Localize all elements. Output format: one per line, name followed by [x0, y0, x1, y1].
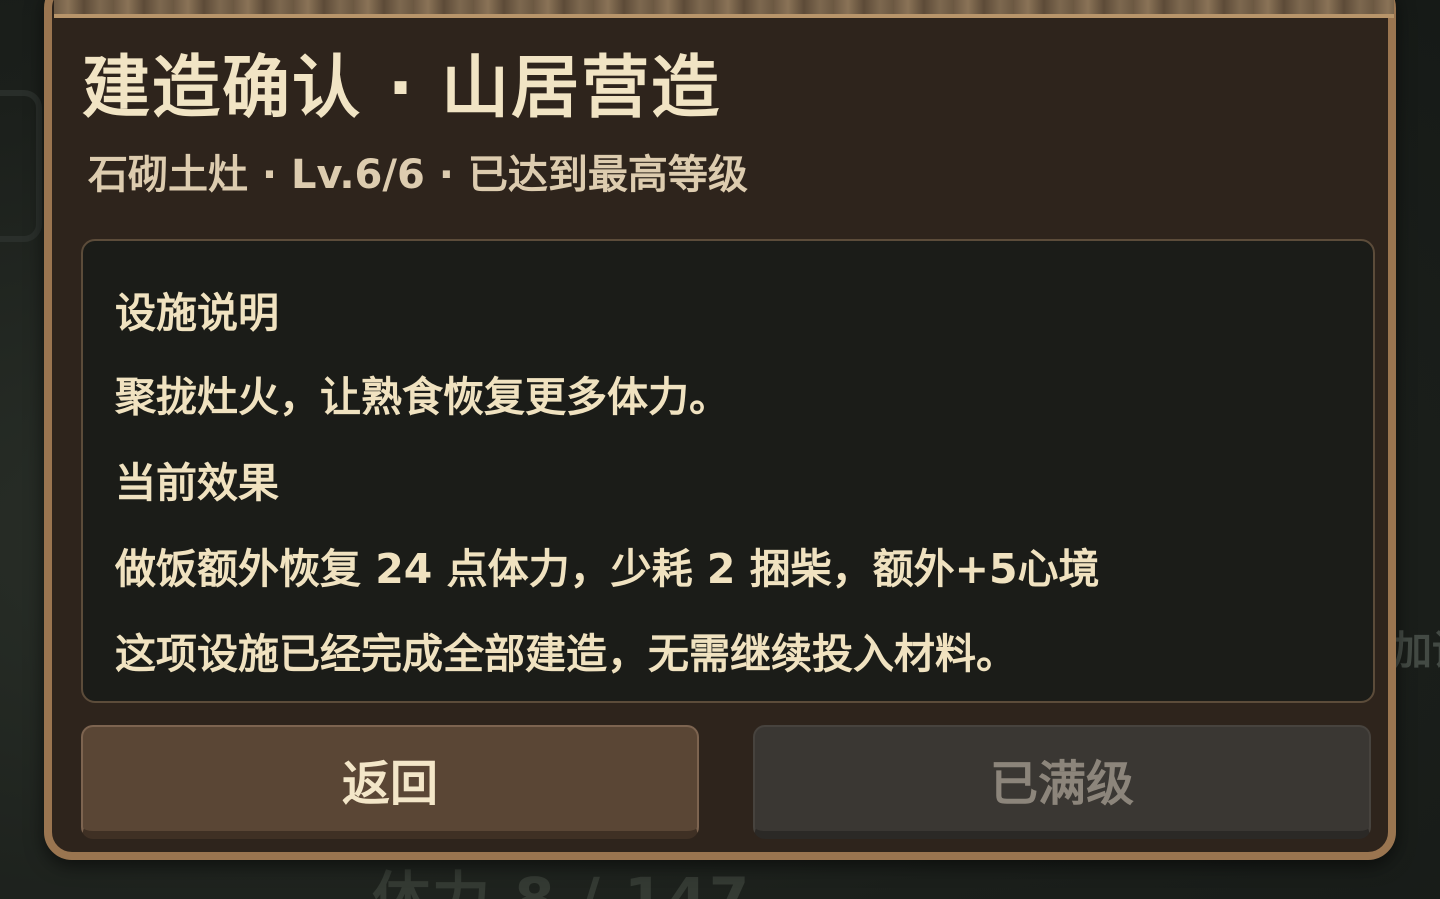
background-partial-label: 加设 — [1392, 628, 1440, 674]
description-heading: 设施说明 — [115, 289, 279, 337]
build-confirm-dialog: 建造确认 · 山居营造 石砌土灶 · Lv.6/6 · 已达到最高等级 设施说明… — [44, 0, 1396, 860]
dialog-banner-image — [54, 0, 1394, 18]
facility-info-panel: 设施说明 聚拢灶火，让熟食恢复更多体力。 当前效果 做饭额外恢复 24 点体力，… — [81, 239, 1375, 703]
back-button[interactable]: 返回 — [81, 725, 699, 839]
dialog-title: 建造确认 · 山居营造 — [82, 49, 722, 128]
max-level-button: 已满级 — [753, 725, 1371, 839]
effect-heading: 当前效果 — [115, 459, 279, 507]
effect-text: 做饭额外恢复 24 点体力，少耗 2 捆柴，额外+5心境 — [115, 545, 1100, 593]
status-text: 这项设施已经完成全部建造，无需继续投入材料。 — [115, 630, 1017, 678]
description-text: 聚拢灶火，让熟食恢复更多体力。 — [115, 373, 730, 421]
background-frame — [0, 90, 42, 242]
game-screen: 加设 体力 8 / 147 建造确认 · 山居营造 石砌土灶 · Lv.6/6 … — [0, 0, 1440, 899]
facility-level-subtitle: 石砌土灶 · Lv.6/6 · 已达到最高等级 — [88, 152, 748, 198]
